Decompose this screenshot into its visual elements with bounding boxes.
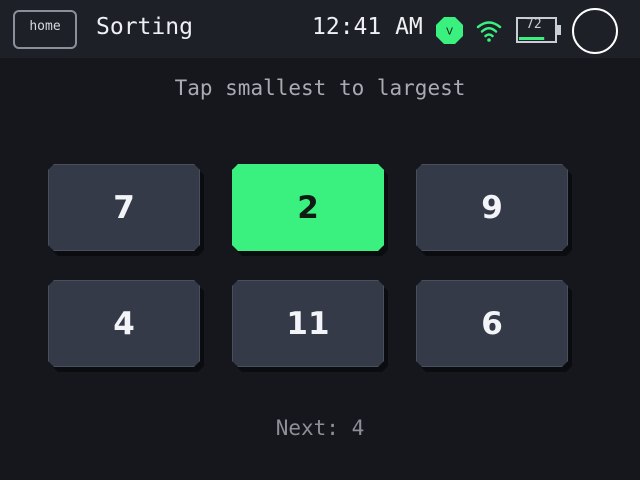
number-tile-11[interactable]: 11 (232, 280, 384, 367)
power-button[interactable] (572, 8, 618, 54)
number-tile-6[interactable]: 6 (416, 280, 568, 367)
clock: 12:41 AM (312, 14, 423, 40)
status-bar: home Sorting 12:41 AM V 72 (0, 0, 640, 58)
number-tile-4[interactable]: 4 (48, 280, 200, 367)
number-tile-2[interactable]: 2 (232, 164, 384, 251)
vpn-badge-icon: V (436, 17, 463, 44)
number-tile-9[interactable]: 9 (416, 164, 568, 251)
home-button[interactable]: home (13, 10, 77, 49)
wifi-icon (476, 21, 502, 42)
sorting-screen: home Sorting 12:41 AM V 72 Tap smallest … (0, 0, 640, 480)
app-title: Sorting (96, 14, 193, 40)
next-number-hint: Next: 4 (275, 416, 365, 440)
number-tile-7[interactable]: 7 (48, 164, 200, 251)
battery-level-text: 72 (526, 17, 542, 32)
vpn-badge-letter: V (446, 27, 453, 38)
battery-fill (519, 37, 545, 40)
instruction-text: Tap smallest to largest (174, 76, 466, 100)
